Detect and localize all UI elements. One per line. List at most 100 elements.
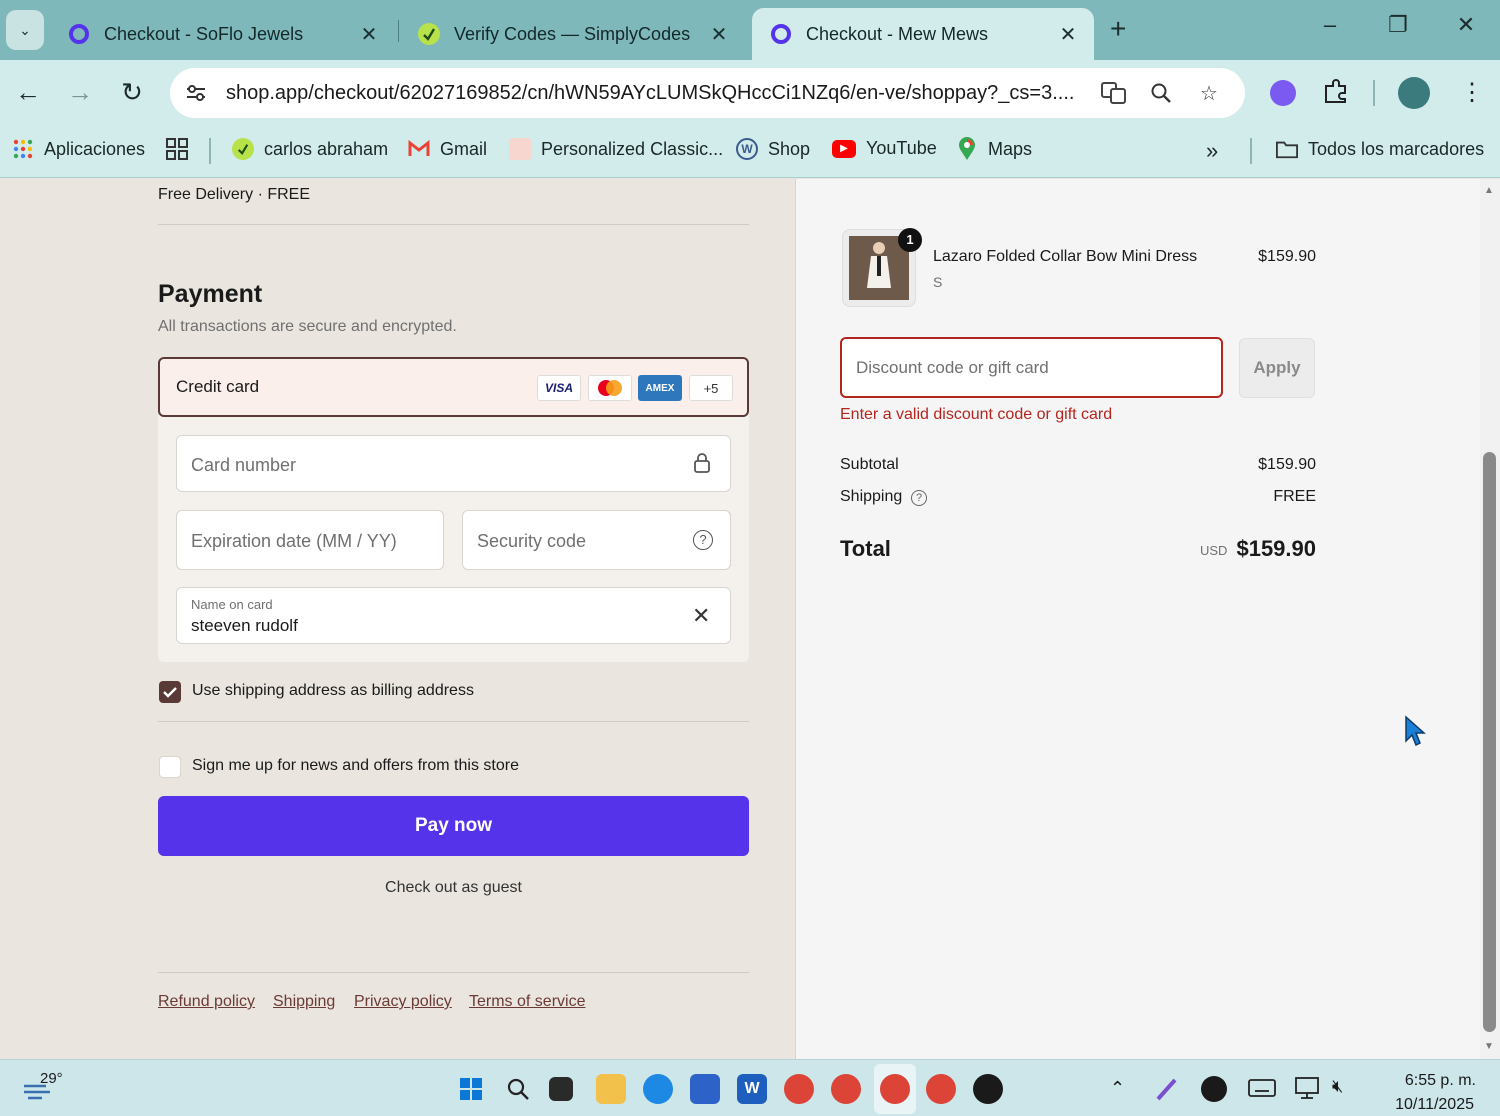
tray-app-icon[interactable] <box>1201 1076 1227 1102</box>
divider <box>158 224 749 225</box>
bookmark-maps[interactable]: Maps <box>956 137 1032 160</box>
volume-muted-icon[interactable]: 🔇︎ <box>1332 1076 1343 1097</box>
start-icon[interactable] <box>456 1074 486 1104</box>
tab-soflo-jewels[interactable]: Checkout - SoFlo Jewels ✕ <box>50 8 395 60</box>
gmail-icon <box>408 138 430 160</box>
clear-icon[interactable]: ✕ <box>692 603 710 629</box>
tab-simplycodes[interactable]: Verify Codes — SimplyCodes ✕ <box>400 8 745 60</box>
privacy-policy-link[interactable]: Privacy policy <box>354 993 452 1011</box>
chrome-icon[interactable] <box>784 1074 814 1104</box>
restore-icon[interactable]: ❐ <box>1378 12 1418 38</box>
tab-search-button[interactable]: ⌄ <box>6 10 44 50</box>
bookmark-tab-groups[interactable] <box>166 138 198 160</box>
close-icon[interactable]: ✕ <box>357 22 381 47</box>
site-settings-icon[interactable] <box>182 80 210 106</box>
security-code-input[interactable]: Security code ? <box>462 510 731 570</box>
name-on-card-input[interactable]: Name on card steeven rudolf ✕ <box>176 587 731 644</box>
scroll-up-icon[interactable]: ▲ <box>1484 185 1494 196</box>
bookmark-label: Gmail <box>440 138 488 159</box>
card-number-input[interactable]: Card number <box>176 435 731 492</box>
network-icon[interactable] <box>1294 1076 1322 1105</box>
menu-kebab-icon[interactable]: ⋮ <box>1460 78 1484 107</box>
bookmark-gmail[interactable]: Gmail <box>408 138 487 160</box>
bookmark-shop[interactable]: W Shop <box>736 138 810 160</box>
divider <box>158 972 749 973</box>
checkmark-icon <box>163 687 177 698</box>
shipping-help-icon[interactable]: ? <box>911 490 927 506</box>
terms-of-service-link[interactable]: Terms of service <box>469 993 585 1011</box>
task-view-icon[interactable] <box>549 1077 573 1101</box>
bookmarks-divider <box>209 138 211 164</box>
store-icon[interactable] <box>690 1074 720 1104</box>
bookmark-star-icon[interactable]: ☆ <box>1195 80 1223 106</box>
pen-icon[interactable] <box>1155 1076 1181 1107</box>
close-icon[interactable]: ✕ <box>1056 22 1080 47</box>
zoom-icon[interactable] <box>1147 80 1175 106</box>
close-icon[interactable]: ✕ <box>707 22 731 47</box>
reload-icon[interactable]: ↻ <box>114 78 150 106</box>
app-icon[interactable] <box>973 1074 1003 1104</box>
edge-icon[interactable] <box>643 1074 673 1104</box>
order-summary-column: 1 Lazaro Folded Collar Bow Mini Dress S … <box>796 179 1480 1059</box>
divider <box>158 721 749 722</box>
translate-icon[interactable] <box>1100 80 1128 106</box>
clock-date[interactable]: 10/11/2025 <box>1370 1096 1474 1114</box>
browser-toolbar: ← → ↻ shop.app/checkout/62027169852/cn/h… <box>0 60 1500 126</box>
bookmark-label: Aplicaciones <box>44 138 146 159</box>
extensions-puzzle-icon[interactable] <box>1322 78 1350 112</box>
scrollbar-thumb[interactable] <box>1483 452 1496 1032</box>
subtotal-label: Subtotal <box>840 456 899 473</box>
shipping-policy-link[interactable]: Shipping <box>273 993 335 1011</box>
bookmark-apps[interactable]: Aplicaciones <box>12 138 145 160</box>
tab-strip: ⌄ Checkout - SoFlo Jewels ✕ Verify Codes… <box>0 0 1500 60</box>
discount-code-input[interactable]: Discount code or gift card <box>840 337 1223 398</box>
page-scrollbar[interactable]: ▲ ▼ <box>1480 179 1500 1059</box>
weather-temperature: 29° <box>40 1070 63 1087</box>
shipping-label: Shipping <box>840 488 903 505</box>
billing-address-checkbox[interactable] <box>159 681 181 703</box>
bookmark-youtube[interactable]: ▶ YouTube <box>832 138 937 159</box>
shop-favicon-icon <box>770 23 792 45</box>
new-tab-button[interactable]: + <box>1110 14 1126 44</box>
scroll-down-icon[interactable]: ▼ <box>1484 1041 1494 1052</box>
word-icon[interactable]: W <box>737 1074 767 1104</box>
search-icon[interactable] <box>503 1074 533 1104</box>
tab-mew-mews[interactable]: Checkout - Mew Mews ✕ <box>752 8 1094 60</box>
bookmarks-overflow-button[interactable]: » <box>1206 138 1218 164</box>
page-icon <box>509 138 531 160</box>
discount-code-placeholder: Discount code or gift card <box>856 358 1049 377</box>
file-explorer-icon[interactable] <box>596 1074 626 1104</box>
tab-divider <box>398 20 399 42</box>
all-bookmarks-button[interactable]: Todos los marcadores <box>1276 138 1484 160</box>
forward-icon[interactable]: → <box>62 78 98 106</box>
url-text[interactable]: shop.app/checkout/62027169852/cn/hWN59AY… <box>226 82 1086 105</box>
apply-button[interactable]: Apply <box>1239 338 1315 398</box>
chrome-icon[interactable] <box>880 1074 910 1104</box>
chevron-up-icon[interactable]: ⌃ <box>1110 1078 1125 1099</box>
extension-simplycodes-icon[interactable] <box>1270 80 1296 106</box>
pay-now-button[interactable]: Pay now <box>158 796 749 856</box>
weather-widget[interactable]: 29° <box>22 1070 63 1107</box>
clock-time[interactable]: 6:55 p. m. <box>1370 1072 1476 1090</box>
close-window-icon[interactable]: ✕ <box>1446 12 1486 38</box>
payment-heading: Payment <box>158 280 263 308</box>
profile-avatar[interactable] <box>1398 77 1430 109</box>
bookmark-carlos-abraham[interactable]: carlos abraham <box>232 138 388 160</box>
credit-card-option[interactable]: Credit card VISA AMEX +5 <box>158 357 749 417</box>
keyboard-icon[interactable] <box>1248 1078 1276 1103</box>
address-bar[interactable]: shop.app/checkout/62027169852/cn/hWN59AY… <box>170 68 1245 118</box>
tab-label: Checkout - Mew Mews <box>806 23 989 44</box>
bookmark-personalized[interactable]: Personalized Classic... <box>509 138 723 160</box>
back-icon[interactable]: ← <box>10 78 46 106</box>
minimize-icon[interactable]: – <box>1310 12 1350 38</box>
newsletter-checkbox[interactable] <box>159 756 181 778</box>
help-icon[interactable]: ? <box>693 530 713 550</box>
chrome-icon[interactable] <box>926 1074 956 1104</box>
refund-policy-link[interactable]: Refund policy <box>158 993 255 1011</box>
guest-checkout-link[interactable]: Check out as guest <box>158 879 749 897</box>
amex-icon: AMEX <box>638 375 682 401</box>
expiration-date-input[interactable]: Expiration date (MM / YY) <box>176 510 444 570</box>
product-price: $159.90 <box>1258 248 1316 265</box>
product-name: Lazaro Folded Collar Bow Mini Dress <box>933 248 1198 265</box>
chrome-icon[interactable] <box>831 1074 861 1104</box>
